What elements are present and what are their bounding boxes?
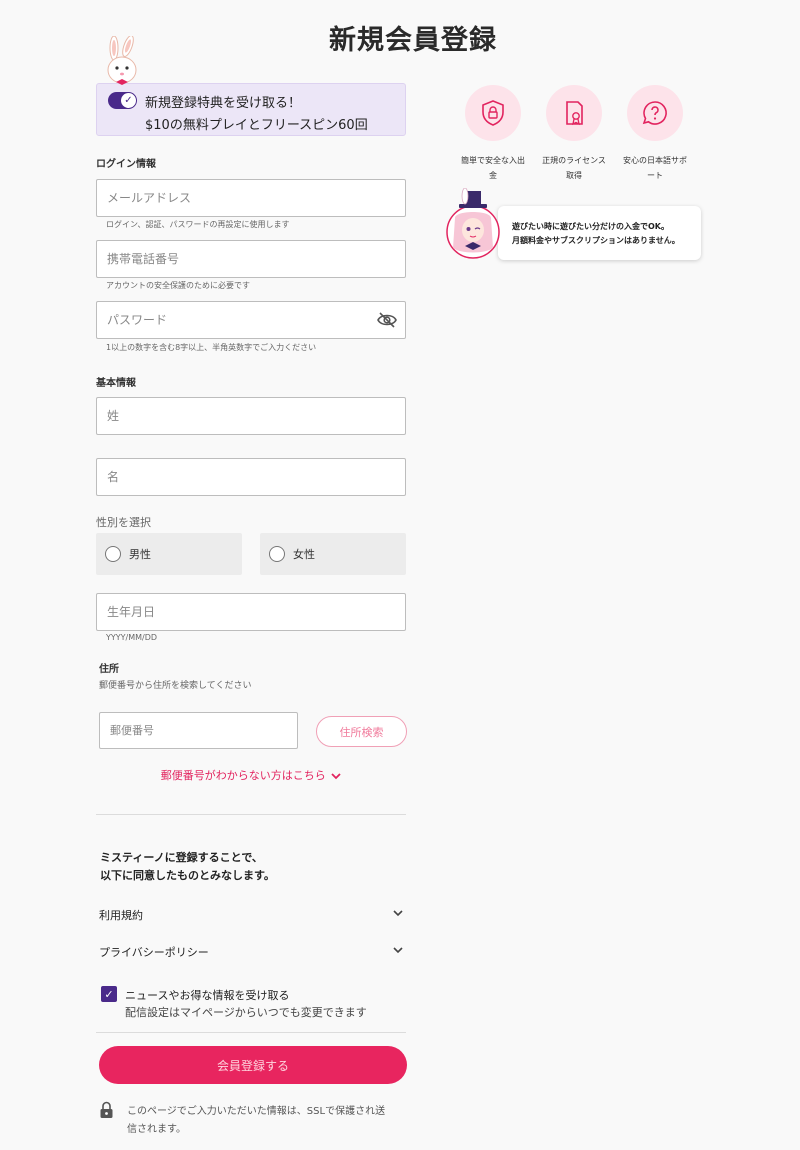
eye-slash-icon[interactable]	[377, 312, 397, 328]
question-bubble-icon	[642, 101, 667, 125]
basic-section-label: 基本情報	[96, 378, 136, 389]
last-name-input[interactable]	[97, 398, 405, 434]
login-section-label: ログイン情報	[96, 159, 156, 170]
chevron-down-icon	[331, 773, 341, 780]
newsletter-sub-label: 配信設定はマイページからいつでも変更できます	[125, 1006, 367, 1019]
bonus-description: $10の無料プレイとフリースピン60回	[145, 118, 368, 133]
phone-hint: アカウントの安全保護のために必要です	[106, 281, 250, 290]
feature-support-label: 安心の日本語サポ ート	[607, 153, 703, 183]
phone-input[interactable]	[97, 241, 405, 277]
radio-male[interactable]	[105, 546, 121, 562]
phone-field[interactable]	[96, 240, 406, 278]
first-name-field[interactable]	[96, 458, 406, 496]
info-speech-bubble: 遊びたい時に遊びたい分だけの入金でOK。 月額料金やサブスクリプションはありませ…	[498, 206, 701, 260]
last-name-field[interactable]	[96, 397, 406, 435]
feature-secure-payment	[465, 85, 521, 141]
bubble-text: 遊びたい時に遊びたい分だけの入金でOK。 月額料金やサブスクリプションはありませ…	[512, 220, 680, 248]
character-avatar-icon	[446, 188, 500, 259]
divider	[96, 1032, 406, 1033]
feature-support	[627, 85, 683, 141]
newsletter-checkbox[interactable]: ✓	[101, 986, 117, 1002]
shield-lock-icon	[482, 100, 504, 126]
password-field[interactable]	[96, 301, 406, 339]
privacy-accordion[interactable]: プライバシーポリシー	[99, 944, 406, 960]
postal-code-field[interactable]	[99, 712, 298, 749]
terms-accordion[interactable]: 利用規約	[99, 907, 406, 923]
bubble-line1: 遊びたい時に遊びたい分だけの入金でOK。	[512, 222, 669, 231]
address-label: 住所	[99, 664, 119, 675]
bonus-title: 新規登録特典を受け取る！	[145, 96, 302, 111]
feature-license	[546, 85, 602, 141]
gender-option-male[interactable]: 男性	[96, 533, 242, 575]
chevron-down-icon	[393, 910, 403, 917]
radio-female[interactable]	[269, 546, 285, 562]
newsletter-label: ニュースやお得な情報を受け取る	[125, 989, 290, 1002]
gender-female-label: 女性	[293, 548, 315, 561]
postal-code-input[interactable]	[100, 713, 297, 748]
postal-help-text: 郵便番号がわからない方はこちら	[160, 769, 326, 782]
birthdate-field[interactable]	[96, 593, 406, 631]
address-hint: 郵便番号から住所を検索してください	[99, 681, 252, 691]
password-hint: 1以上の数字を含む8字以上、半角英数字でご入力ください	[106, 343, 317, 352]
chevron-down-icon	[393, 947, 403, 954]
privacy-label: プライバシーポリシー	[99, 946, 209, 959]
ssl-note-line1: このページでご入力いただいた情報は、SSLで保護され送	[127, 1106, 386, 1117]
lock-icon	[100, 1101, 113, 1118]
bubble-line2: 月額料金やサブスクリプションはありません。	[512, 236, 680, 245]
check-icon: ✓	[121, 93, 136, 108]
ssl-note-line2: 信されます。	[127, 1124, 186, 1135]
gender-male-label: 男性	[129, 548, 151, 561]
agreement-line2: 以下に同意したものとみなします。	[100, 869, 275, 882]
feature-label-line: 安心の日本語サポ	[623, 156, 687, 165]
email-field[interactable]	[96, 179, 406, 217]
register-button[interactable]: 会員登録する	[99, 1046, 407, 1084]
password-input[interactable]	[97, 302, 405, 338]
terms-label: 利用規約	[99, 909, 143, 922]
gender-option-female[interactable]: 女性	[260, 533, 406, 575]
birthdate-input[interactable]	[97, 594, 405, 630]
bunny-mascot-icon	[107, 36, 137, 85]
email-input[interactable]	[97, 180, 405, 216]
feature-label-line: ート	[647, 171, 663, 180]
agreement-line1: ミスティーノに登録することで、	[100, 851, 263, 864]
birthdate-hint: YYYY/MM/DD	[106, 633, 158, 642]
email-hint: ログイン、認証、パスワードの再設定に使用します	[106, 220, 290, 229]
first-name-input[interactable]	[97, 459, 405, 495]
bonus-toggle[interactable]: ✓	[108, 92, 137, 109]
divider	[96, 814, 406, 815]
gender-label: 性別を選択	[96, 516, 151, 529]
license-certificate-icon	[566, 101, 583, 126]
postal-help-link[interactable]: 郵便番号がわからない方はこちら	[96, 767, 406, 783]
address-search-button[interactable]: 住所検索	[316, 716, 407, 747]
